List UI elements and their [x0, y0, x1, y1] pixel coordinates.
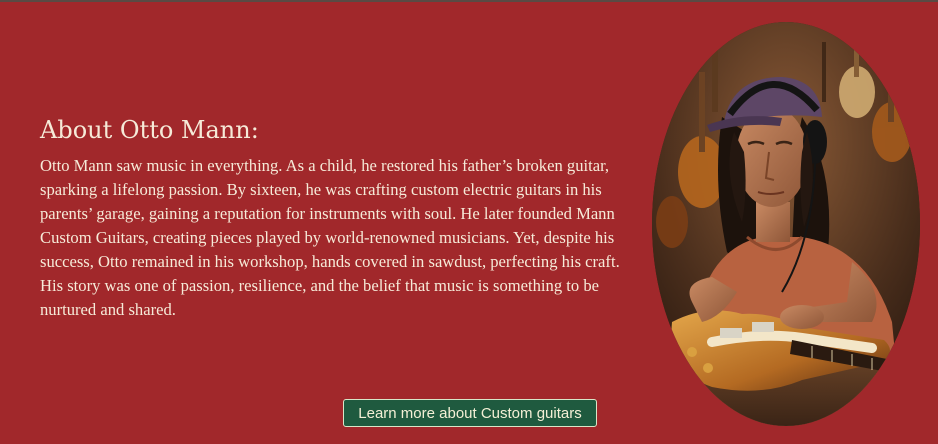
about-title: About Otto Mann:: [40, 116, 259, 144]
about-section: About Otto Mann: Otto Mann saw music in …: [0, 2, 938, 444]
about-body: Otto Mann saw music in everything. As a …: [40, 156, 620, 319]
learn-more-button[interactable]: Learn more about Custom guitars: [343, 399, 597, 427]
portrait-image: [652, 22, 920, 426]
